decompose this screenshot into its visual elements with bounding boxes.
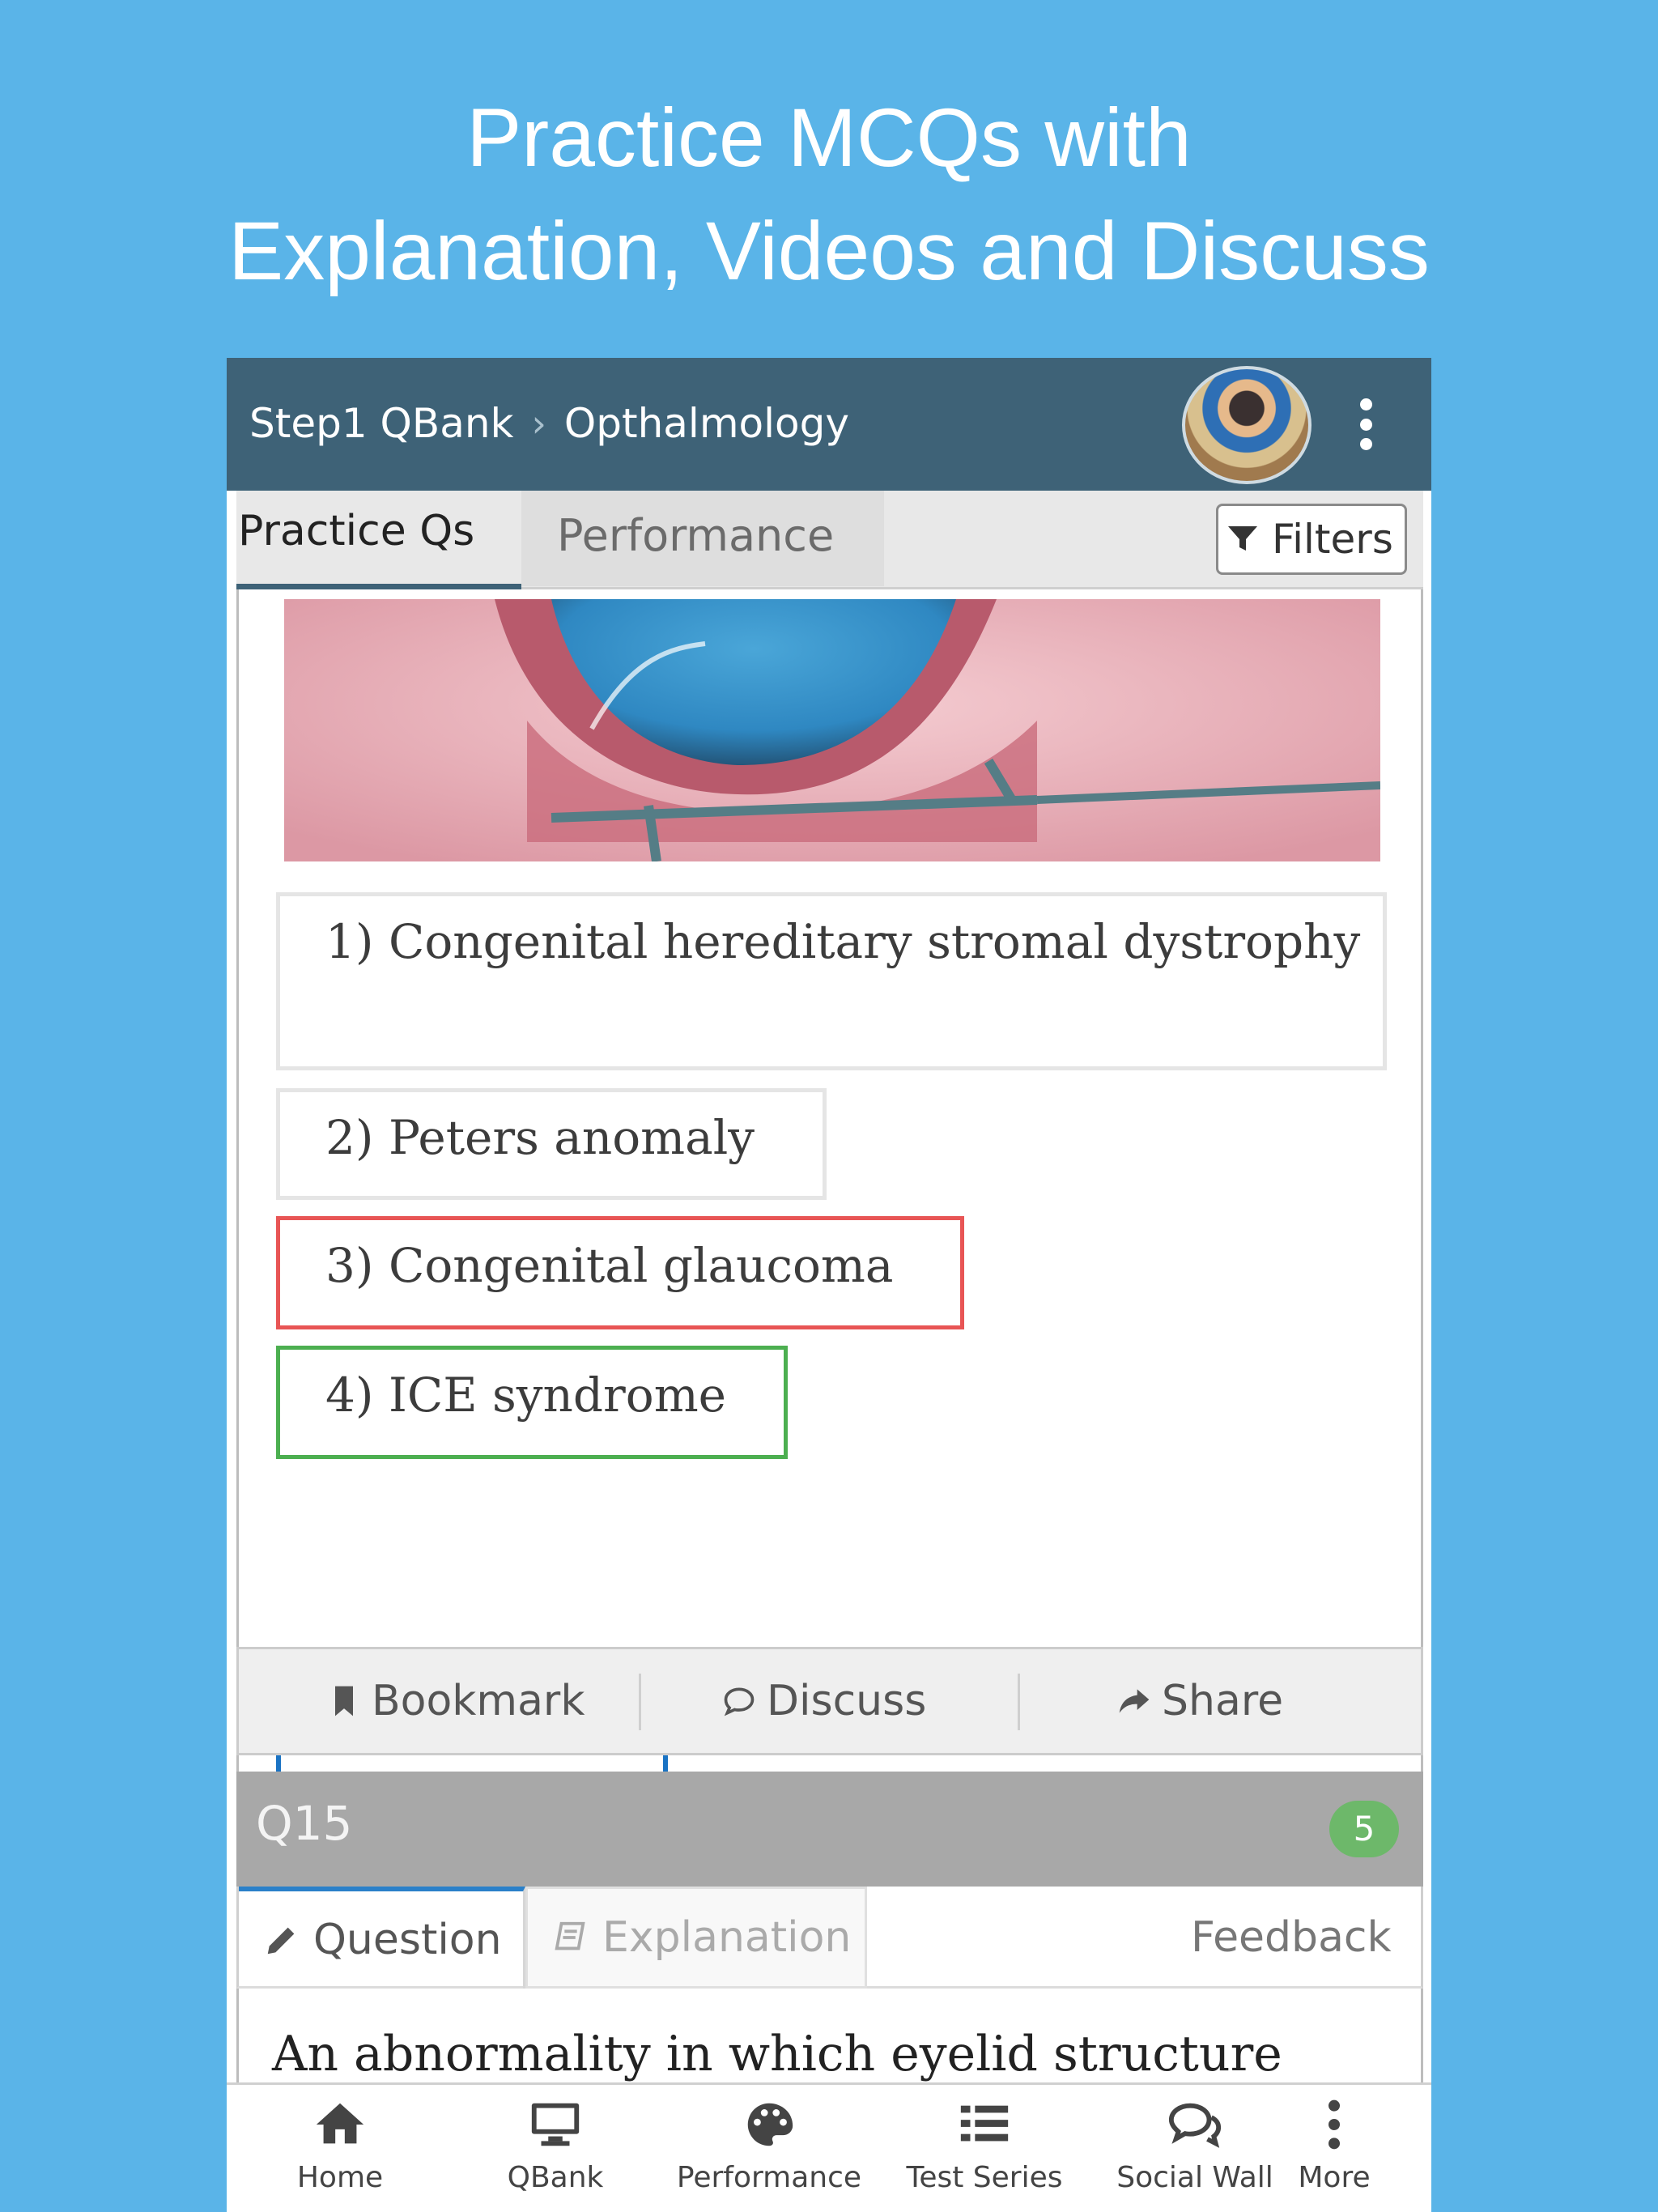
bottom-navigation: Home QBank Performance Test Series Socia… [227,2082,1431,2212]
question-text: An abnormality in which eyelid structure [272,2026,1282,2082]
phone-screen: Step1 QBank › Opthalmology Practice Qs P… [227,358,1431,2212]
app-bar: Step1 QBank › Opthalmology [227,358,1431,491]
home-icon [316,2103,364,2144]
palette-icon [747,2103,793,2146]
list-icon [960,2105,1009,2142]
monitor-icon [531,2103,580,2146]
share-icon [1119,1689,1150,1713]
comment-icon [724,1687,755,1716]
nav-test-series-label: Test Series [906,2161,1063,2194]
nav-social-wall-label: Social Wall [1116,2161,1273,2194]
bookmark-button[interactable]: Bookmark [326,1649,585,1753]
question-image [284,599,1380,861]
headline-line-2: Explanation, Videos and Discuss [228,205,1430,297]
tab-bar: Practice Qs Performance Filters [236,491,1423,589]
discuss-label: Discuss [767,1677,927,1725]
nav-qbank[interactable]: QBank [458,2096,653,2194]
tab-question[interactable]: Question [239,1887,525,1989]
action-bar: Bookmark Discuss Share [236,1647,1423,1755]
nav-home-label: Home [296,2161,384,2194]
tab-explanation[interactable]: Explanation [525,1887,867,1989]
bookmark-icon [335,1686,353,1716]
more-vertical-icon [1329,2099,1340,2150]
answer-option-1[interactable]: 1) Congenital hereditary stromal dystrop… [276,892,1387,1070]
bookmark-label: Bookmark [372,1677,585,1725]
discuss-button[interactable]: Discuss [721,1649,926,1753]
nav-more[interactable]: More [1261,2096,1407,2194]
divider [1018,1674,1020,1730]
tab-explanation-label: Explanation [602,1913,852,1962]
promo-headline: Practice MCQs with Explanation, Videos a… [0,81,1658,308]
breadcrumb: Step1 QBank › Opthalmology [249,400,849,447]
filters-label: Filters [1272,516,1393,563]
avatar[interactable] [1182,366,1312,484]
overflow-menu-icon[interactable] [1354,398,1378,450]
tab-practice-qs[interactable]: Practice Qs [236,491,521,589]
divider [639,1674,641,1730]
question-number: Q15 [256,1796,353,1851]
chat-icon [1168,2103,1222,2148]
answer-option-2[interactable]: 2) Peters anomaly [276,1088,827,1200]
nav-performance[interactable]: Performance [672,2096,866,2194]
breadcrumb-root[interactable]: Step1 QBank [249,400,514,447]
answer-option-3-incorrect[interactable]: 3) Congenital glaucoma [276,1216,964,1329]
tab-feedback[interactable]: Feedback [1191,1887,1392,1989]
breadcrumb-current: Opthalmology [563,400,849,447]
count-badge: 5 [1329,1801,1399,1857]
filters-button[interactable]: Filters [1216,504,1407,575]
book-icon [555,1921,585,1950]
question-header: Q15 5 [236,1772,1423,1887]
question-tabs: Question Explanation Feedback [236,1887,1423,1989]
nav-test-series[interactable]: Test Series [887,2096,1082,2194]
nav-performance-label: Performance [676,2161,862,2194]
breadcrumb-separator-icon: › [531,402,546,445]
share-label: Share [1162,1677,1284,1725]
filter-icon [1228,526,1257,551]
nav-more-label: More [1298,2161,1371,2194]
nav-qbank-label: QBank [507,2161,604,2194]
tab-question-label: Question [313,1916,502,1964]
pencil-icon [267,1927,295,1955]
nav-home[interactable]: Home [243,2096,437,2194]
answer-option-4-correct[interactable]: 4) ICE syndrome [276,1346,788,1459]
headline-line-1: Practice MCQs with [466,91,1192,184]
share-button[interactable]: Share [1116,1649,1283,1753]
tab-performance[interactable]: Performance [521,491,884,586]
